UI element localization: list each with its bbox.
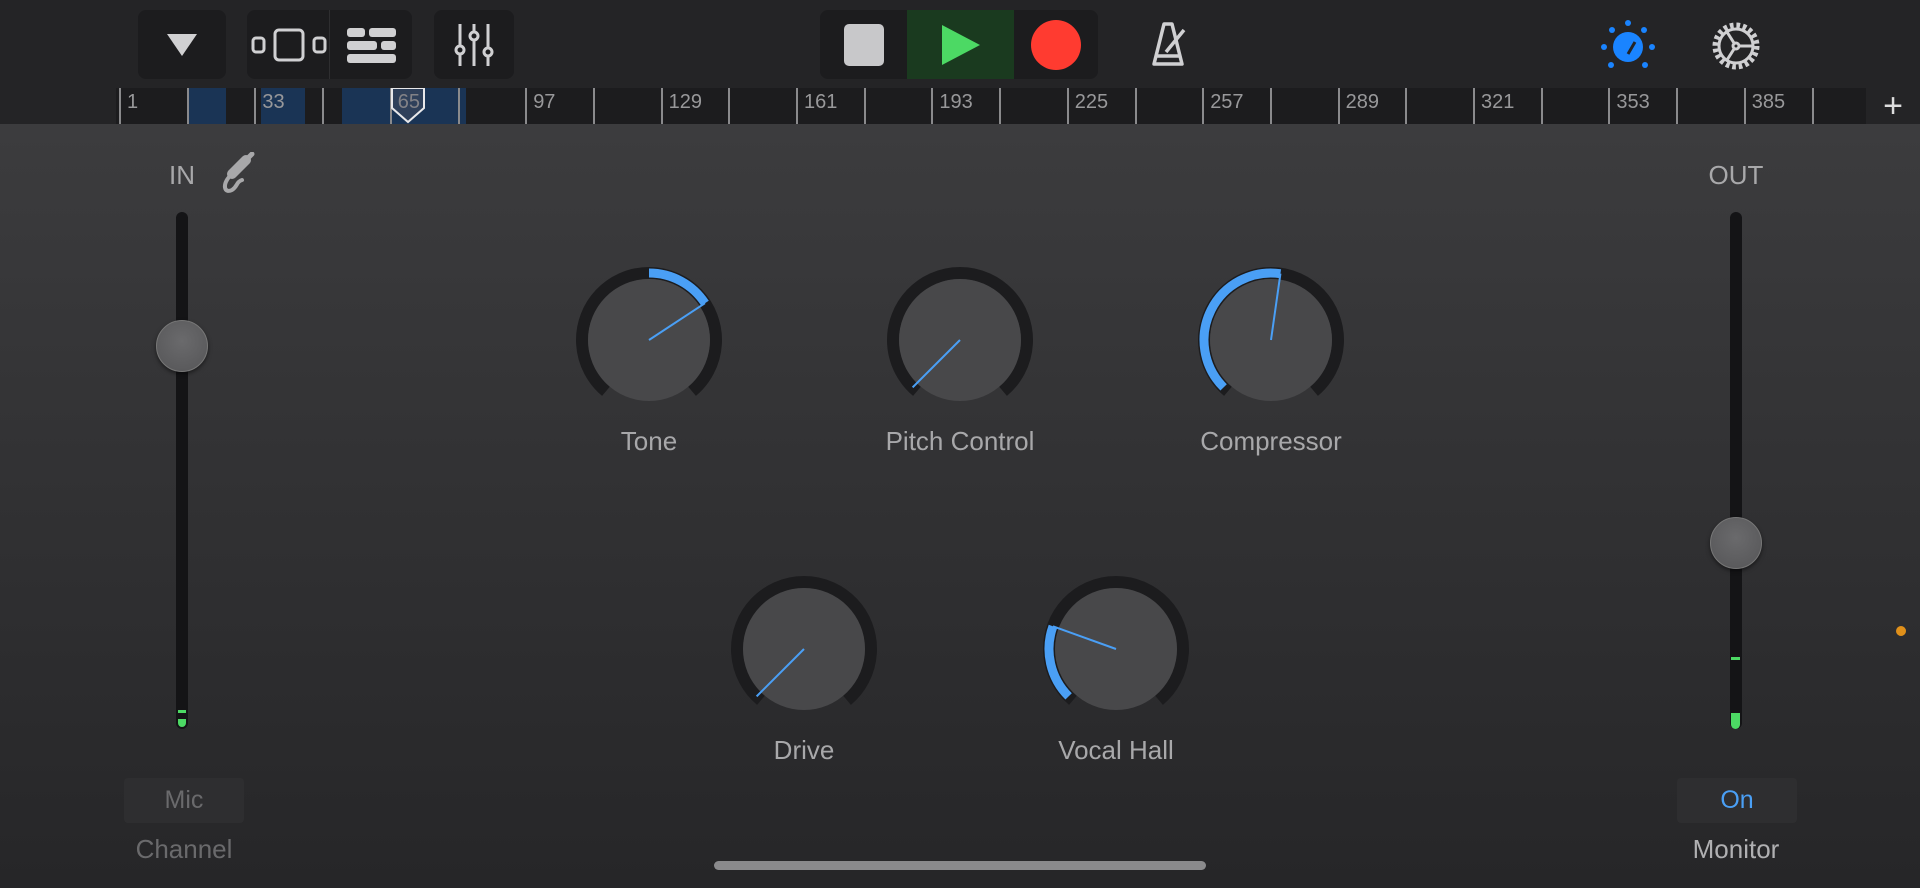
ruler-tick (1269, 88, 1272, 124)
timeline-ruler[interactable]: 1336597129161193225257289321353385 (116, 88, 1866, 124)
ruler-label: 97 (533, 91, 556, 113)
ruler-tick (1066, 88, 1069, 124)
play-icon (941, 24, 980, 65)
transport-controls (820, 10, 1098, 79)
tracks-view-icon[interactable] (251, 27, 327, 63)
ruler-tick (592, 88, 595, 124)
input-meter (178, 719, 186, 727)
knob-compressor[interactable] (1191, 260, 1351, 420)
ruler-tick (1540, 88, 1543, 124)
ruler-label: 321 (1481, 91, 1515, 113)
ruler-tick (1811, 88, 1814, 124)
ruler-label: 385 (1751, 91, 1786, 113)
knob-dial (887, 267, 1033, 401)
triangle-down-icon (167, 33, 197, 56)
knob-label: Compressor (1200, 426, 1342, 456)
ruler-label: 353 (1616, 91, 1650, 113)
knob-tone[interactable] (569, 260, 729, 420)
output-meter-peak (1731, 657, 1740, 660)
record-icon (1031, 19, 1081, 70)
ruler-label: 33 (262, 91, 285, 113)
ruler-tick (457, 88, 460, 124)
smart-controls-panel (0, 124, 1920, 888)
monitor-toggle-button[interactable]: On (1677, 778, 1797, 823)
knob-drive[interactable] (724, 569, 884, 729)
input-label: IN (169, 160, 195, 190)
add-section-button[interactable]: + (1866, 87, 1920, 125)
stop-icon (843, 23, 884, 66)
ruler-label: 289 (1345, 91, 1379, 113)
ruler-tick (1134, 88, 1137, 124)
ruler-tick (1202, 88, 1205, 124)
ruler-label: 129 (668, 91, 702, 113)
view-toggle-group (247, 10, 412, 79)
ruler-tick (1743, 88, 1746, 124)
ruler-tick (525, 88, 528, 124)
home-indicator[interactable] (714, 861, 1206, 870)
ruler-tick (186, 88, 189, 124)
ruler-tick (999, 88, 1002, 124)
play-button[interactable] (907, 10, 1014, 79)
knob-dial (576, 267, 722, 401)
output-label: OUT (1708, 160, 1764, 190)
knob-label: Vocal Hall (1058, 735, 1174, 765)
channel-label: Channel (135, 834, 233, 864)
knob-label: Drive (773, 735, 835, 765)
input-channel-button[interactable]: Mic (124, 778, 244, 823)
knob-dial (1043, 576, 1189, 710)
output-slider-thumb[interactable] (1710, 516, 1762, 569)
ruler-tick (728, 88, 731, 124)
monitor-label: Monitor (1692, 834, 1780, 864)
top-toolbar (0, 0, 1920, 88)
ruler-tick (863, 88, 866, 124)
status-dot (1896, 626, 1906, 636)
ruler-label: 193 (939, 91, 973, 113)
ruler-tick (1337, 88, 1340, 124)
knob-label: Tone (620, 426, 678, 456)
ruler-tick (119, 88, 121, 124)
input-level-slider[interactable] (176, 212, 188, 729)
ruler-tick (796, 88, 798, 124)
browser-button[interactable] (138, 10, 226, 79)
ruler-tick (1676, 88, 1679, 124)
ruler-tick (931, 88, 934, 124)
record-button[interactable] (1014, 10, 1098, 79)
output-level-slider[interactable] (1730, 212, 1742, 729)
audio-region[interactable] (187, 88, 226, 124)
ruler-label: 1 (127, 91, 139, 113)
ruler-label: 225 (1074, 91, 1109, 113)
ruler-label: 161 (804, 91, 838, 113)
ruler-tick (660, 88, 663, 124)
knob-label: Pitch Control (885, 426, 1035, 456)
list-view-icon[interactable] (346, 27, 398, 63)
mixer-button[interactable] (434, 10, 514, 79)
knob-icon[interactable] (1600, 20, 1656, 72)
ruler-tick (1473, 88, 1475, 124)
metronome-icon[interactable] (1150, 22, 1198, 68)
gear-icon[interactable] (1710, 20, 1762, 72)
mixer-sliders-icon (454, 23, 494, 66)
stop-button[interactable] (820, 10, 907, 79)
ruler-tick (254, 88, 257, 124)
knob-dial (731, 576, 877, 710)
input-meter-peak (178, 710, 186, 713)
input-jack-icon[interactable] (218, 152, 256, 196)
ruler-tick (322, 88, 325, 124)
knob-dial (1198, 267, 1344, 401)
playhead[interactable] (390, 88, 426, 124)
knob-pitch-control[interactable] (880, 260, 1040, 420)
ruler-label: 257 (1210, 91, 1244, 113)
ruler-tick (1608, 88, 1611, 124)
knob-vocal-hall[interactable] (1036, 569, 1196, 729)
output-meter (1731, 713, 1740, 729)
ruler-tick (1405, 88, 1408, 124)
